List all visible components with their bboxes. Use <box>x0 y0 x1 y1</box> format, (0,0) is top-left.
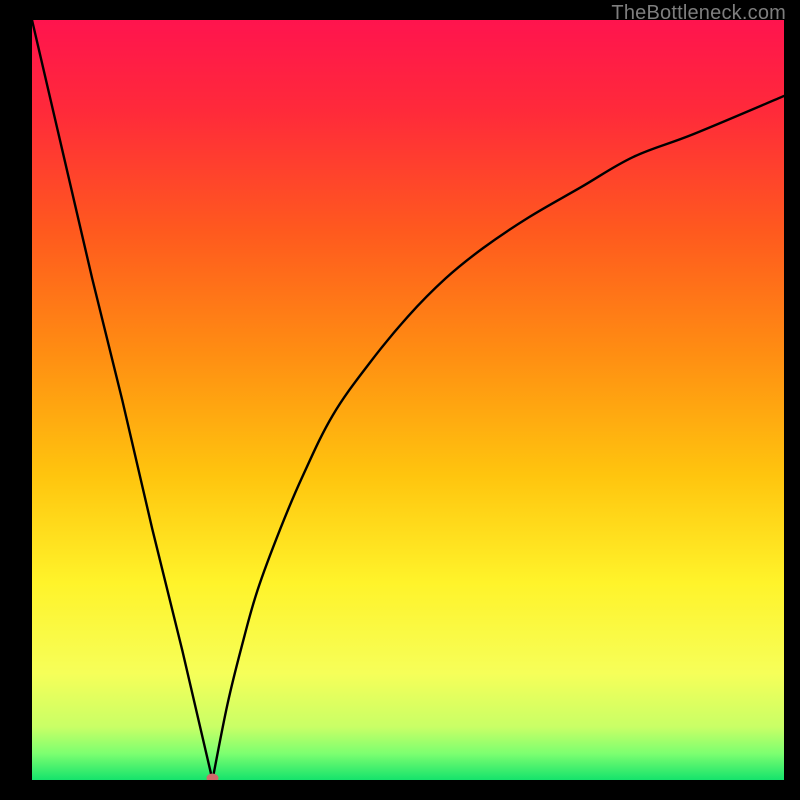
plot-svg <box>32 20 784 780</box>
chart-frame: TheBottleneck.com <box>0 0 800 800</box>
plot-area <box>32 20 784 780</box>
watermark-text: TheBottleneck.com <box>611 2 786 25</box>
gradient-background <box>32 20 784 780</box>
